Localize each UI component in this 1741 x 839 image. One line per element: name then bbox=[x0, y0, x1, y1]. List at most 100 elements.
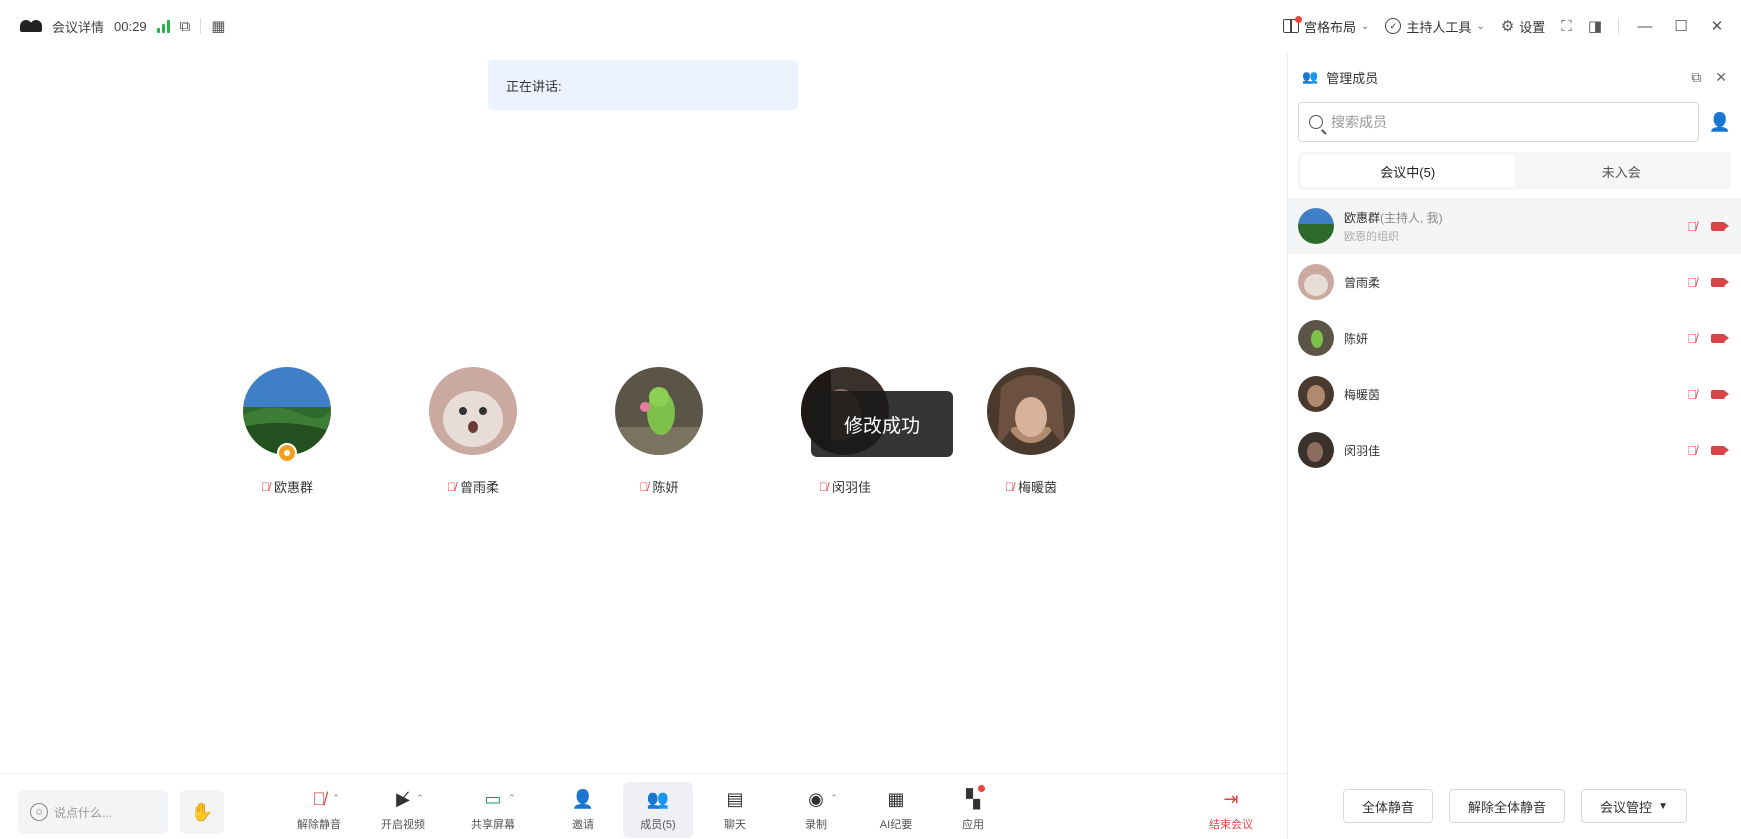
add-member-icon[interactable]: 👤 bbox=[1709, 112, 1731, 133]
settings-button[interactable]: ⚙ 设置 bbox=[1501, 17, 1545, 36]
mute-all-button[interactable]: 全体静音 bbox=[1343, 789, 1434, 823]
shield-icon: ✓ bbox=[1385, 18, 1402, 34]
participant-name-text: 梅暖茵 bbox=[1017, 480, 1057, 495]
member-status: 🎙̸ bbox=[1687, 443, 1731, 458]
member-text: 欧惠群(主持人, 我) 欧恩的组织 bbox=[1344, 209, 1443, 244]
host-tools-label: 主持人工具 bbox=[1406, 19, 1472, 35]
tab-in-meeting[interactable]: 会议中(5) bbox=[1301, 155, 1515, 187]
emoji-icon[interactable]: ☺ bbox=[30, 803, 48, 821]
meeting-timer: 00:29 bbox=[114, 18, 147, 34]
participant-name: 🎙̸ 梅暖茵 bbox=[1005, 477, 1057, 496]
unmute-button[interactable]: 🎙̸ ⌃ 解除静音 bbox=[284, 782, 354, 838]
title-bar: 会议详情 00:29 ⧉ ▦ 宫格布局 ⌄ ✓ 主持人工具 ⌄ ⚙ 设置 ⛶ ◨… bbox=[0, 0, 1741, 52]
camera-off-icon[interactable] bbox=[1711, 277, 1729, 287]
divider bbox=[1618, 18, 1619, 34]
member-name: 陈妍 bbox=[1344, 331, 1369, 346]
fullscreen-icon[interactable]: ⛶ bbox=[1561, 18, 1572, 35]
member-status: 🎙̸ bbox=[1687, 387, 1731, 402]
end-meeting-label: 结束会议 bbox=[1209, 819, 1253, 831]
unmute-all-button[interactable]: 解除全体静音 bbox=[1449, 789, 1566, 823]
encryption-icon[interactable]: ▦ bbox=[211, 17, 225, 35]
mic-muted-icon: 🎙̸ ⌃ bbox=[312, 788, 340, 809]
record-icon: ◉ ⌃ bbox=[808, 788, 838, 809]
members-label: 成员(5) bbox=[640, 819, 676, 831]
invite-button[interactable]: 👤 邀请 bbox=[548, 782, 618, 838]
maximize-icon[interactable]: ☐ bbox=[1671, 17, 1691, 35]
mic-muted-icon: 🎙̸ bbox=[260, 479, 270, 494]
avatar bbox=[1298, 264, 1334, 300]
speaking-indicator: 正在讲话: bbox=[488, 60, 798, 110]
avatar bbox=[987, 367, 1075, 455]
mic-muted-icon: 🎙̸ bbox=[1004, 479, 1014, 494]
participant-tile[interactable]: 🎙̸ 梅暖茵 bbox=[966, 367, 1096, 496]
raise-hand-button[interactable]: ✋ bbox=[180, 790, 224, 834]
sidebar-toggle-icon[interactable]: ◨ bbox=[1588, 17, 1602, 35]
meeting-control-label: 会议管控 bbox=[1600, 799, 1653, 815]
host-tools-button[interactable]: ✓ 主持人工具 ⌄ bbox=[1385, 17, 1485, 36]
member-status: 🎙̸ bbox=[1687, 331, 1731, 346]
layout-label: 宫格布局 bbox=[1304, 19, 1357, 35]
mic-muted-icon: 🎙̸ bbox=[639, 479, 649, 494]
member-name: 梅暖茵 bbox=[1344, 387, 1381, 402]
start-video-button[interactable]: ▶̸ ⌃ 开启视频 bbox=[368, 782, 438, 838]
list-item[interactable]: 闵羽佳 🎙̸ bbox=[1288, 422, 1741, 478]
member-search-input[interactable]: 搜索成员 bbox=[1298, 102, 1699, 142]
camera-off-icon[interactable] bbox=[1711, 445, 1729, 455]
member-role: (主持人, 我) bbox=[1380, 210, 1443, 225]
share-screen-button[interactable]: ▭ ⌃ 共享屏幕 bbox=[458, 782, 528, 838]
member-status: 🎙̸ bbox=[1687, 219, 1731, 234]
list-item[interactable]: 欧惠群(主持人, 我) 欧恩的组织 🎙̸ bbox=[1288, 198, 1741, 254]
list-item[interactable]: 陈妍 🎙̸ bbox=[1288, 310, 1741, 366]
grid-layout-icon bbox=[1283, 16, 1303, 33]
camera-off-icon[interactable] bbox=[1711, 389, 1729, 399]
host-badge-icon bbox=[277, 443, 297, 463]
pop-out-icon[interactable]: ⧉ bbox=[180, 18, 191, 35]
apps-button[interactable]: ▚ 应用 bbox=[938, 782, 1008, 838]
participant-name-text: 曾雨柔 bbox=[459, 480, 499, 495]
camera-off-icon[interactable] bbox=[1711, 221, 1729, 231]
tab-not-joined[interactable]: 未入会 bbox=[1515, 155, 1729, 187]
add-user-icon: 👤 bbox=[571, 788, 595, 809]
mic-muted-icon[interactable]: 🎙̸ bbox=[1687, 219, 1697, 234]
quick-chat-input[interactable]: ☺ 说点什么... bbox=[18, 790, 168, 834]
member-text: 陈妍 bbox=[1344, 330, 1368, 347]
meeting-control-button[interactable]: 会议管控 ▼ bbox=[1581, 789, 1687, 823]
participant-tile[interactable]: 🎙̸ 曾雨柔 bbox=[408, 367, 538, 496]
pop-out-icon[interactable]: ⧉ bbox=[1691, 69, 1701, 86]
avatar bbox=[429, 367, 517, 455]
panel-header: 👥 管理成员 ⧉ ✕ bbox=[1288, 52, 1741, 102]
minimize-icon[interactable]: — bbox=[1635, 18, 1655, 35]
hand-icon: ✋ bbox=[190, 801, 214, 822]
title-bar-left: 会议详情 00:29 ⧉ ▦ bbox=[0, 0, 225, 52]
record-button[interactable]: ◉ ⌃ 录制 bbox=[781, 782, 851, 838]
members-panel: 👥 管理成员 ⧉ ✕ 搜索成员 👤 会议中(5) 未入会 欧惠群(主持人, 我)… bbox=[1287, 52, 1741, 839]
gear-icon: ⚙ bbox=[1500, 18, 1515, 35]
layout-button[interactable]: 宫格布局 ⌄ bbox=[1283, 16, 1369, 36]
participant-name-text: 闵羽佳 bbox=[831, 480, 871, 495]
close-icon[interactable]: ✕ bbox=[1707, 17, 1727, 35]
participant-tile[interactable]: 🎙̸ 陈妍 bbox=[594, 367, 724, 496]
close-icon[interactable]: ✕ bbox=[1715, 69, 1727, 86]
mic-muted-icon[interactable]: 🎙̸ bbox=[1687, 331, 1697, 346]
mic-muted-icon[interactable]: 🎙̸ bbox=[1687, 387, 1697, 402]
ai-minutes-button[interactable]: ▦ AI纪要 bbox=[861, 782, 931, 838]
ai-notes-icon: ▦ bbox=[887, 788, 905, 809]
list-item[interactable]: 曾雨柔 🎙̸ bbox=[1288, 254, 1741, 310]
participant-tile[interactable]: 🎙̸ 欧惠群 bbox=[222, 367, 352, 496]
caret-down-icon: ▼ bbox=[1658, 800, 1668, 812]
signal-strength-icon[interactable] bbox=[156, 19, 170, 33]
member-list: 欧惠群(主持人, 我) 欧恩的组织 🎙̸ 曾雨柔 🎙̸ 陈妍 🎙̸ 梅暖茵 🎙̸… bbox=[1288, 198, 1741, 478]
participant-name-text: 陈妍 bbox=[652, 480, 679, 495]
camera-off-icon[interactable] bbox=[1711, 333, 1729, 343]
success-toast: 修改成功 bbox=[811, 391, 953, 457]
chat-placeholder: 说点什么... bbox=[54, 805, 113, 820]
members-button[interactable]: 👥 成员(5) bbox=[623, 782, 693, 838]
list-item[interactable]: 梅暖茵 🎙̸ bbox=[1288, 366, 1741, 422]
meeting-details-link[interactable]: 会议详情 bbox=[52, 17, 104, 36]
mic-muted-icon[interactable]: 🎙̸ bbox=[1687, 275, 1697, 290]
apps-label: 应用 bbox=[962, 819, 984, 831]
chat-button[interactable]: ▤ 聊天 bbox=[700, 782, 770, 838]
end-meeting-button[interactable]: ⇥ 结束会议 bbox=[1196, 782, 1266, 838]
apps-icon: ▚ bbox=[966, 785, 985, 810]
mic-muted-icon[interactable]: 🎙̸ bbox=[1687, 443, 1697, 458]
